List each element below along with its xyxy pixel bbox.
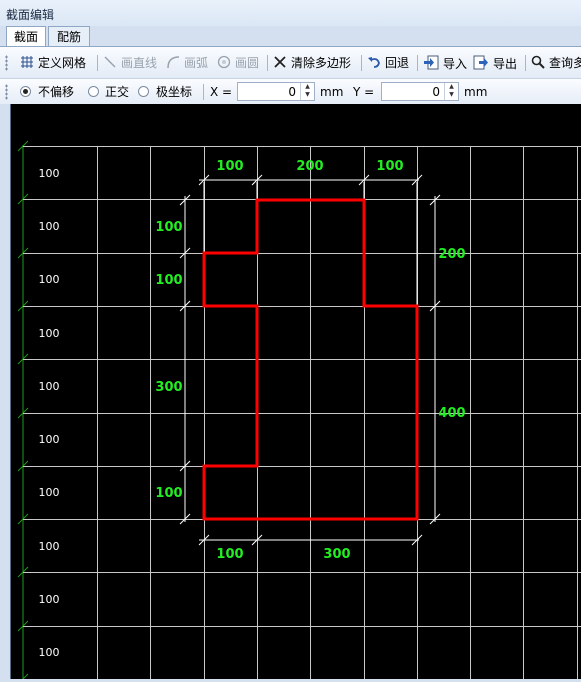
search-icon xyxy=(531,55,545,69)
canvas-background xyxy=(11,104,581,679)
dim-left-label: 300 xyxy=(155,380,182,395)
dim-left-label: 100 xyxy=(155,273,182,288)
toolbar-grip[interactable] xyxy=(5,55,8,71)
toolbar-separator xyxy=(361,55,362,71)
chevron-up-icon[interactable]: ▲ xyxy=(301,83,314,91)
arc-icon xyxy=(167,56,180,69)
chevron-up-icon[interactable]: ▲ xyxy=(445,83,458,91)
orthogonal-radio[interactable] xyxy=(88,86,99,97)
toolbar-grip[interactable] xyxy=(5,84,8,100)
row-label: 100 xyxy=(39,167,60,180)
y-label: Y = xyxy=(353,85,375,99)
x-input[interactable] xyxy=(238,83,300,100)
no-offset-radio[interactable] xyxy=(20,86,31,97)
row-label: 100 xyxy=(39,433,60,446)
dim-left-label: 100 xyxy=(155,486,182,501)
query-button[interactable]: 查询多 xyxy=(531,54,581,72)
y-stepper[interactable]: ▲▼ xyxy=(381,82,459,101)
define-grid-label: 定义网格 xyxy=(38,56,87,70)
undo-label: 回退 xyxy=(385,56,410,70)
y-unit: mm xyxy=(464,85,488,99)
export-label: 导出 xyxy=(493,57,518,71)
tab-reinforcement[interactable]: 配筋 xyxy=(48,26,90,46)
y-input[interactable] xyxy=(382,83,444,100)
row-label: 100 xyxy=(39,380,60,393)
orthogonal-label: 正交 xyxy=(105,85,130,99)
polar-label: 极坐标 xyxy=(156,85,193,99)
clear-polygon-label: 清除多边形 xyxy=(291,56,352,70)
toolbar-separator xyxy=(97,55,98,71)
dim-right-label: 400 xyxy=(438,406,465,421)
row-label: 100 xyxy=(39,273,60,286)
dim-top-label: 100 xyxy=(216,159,243,174)
section-drawing[interactable]: 100 100 100 100 100 100 100 100 100 100 xyxy=(11,104,581,682)
chevron-down-icon[interactable]: ▼ xyxy=(301,91,314,99)
import-label: 导入 xyxy=(443,57,468,71)
x-stepper-arrows[interactable]: ▲ ▼ xyxy=(300,83,314,100)
export-icon xyxy=(473,55,488,70)
export-button[interactable]: 导出 xyxy=(473,54,517,72)
tab-strip: 截面 配筋 xyxy=(0,26,581,47)
polar-radio[interactable] xyxy=(138,86,149,97)
dim-right-label: 200 xyxy=(438,247,465,262)
clear-polygon-button[interactable]: 清除多边形 xyxy=(273,54,351,72)
draw-circle-label: 画圆 xyxy=(235,56,260,70)
no-offset-label: 不偏移 xyxy=(38,85,75,99)
window-titlebar: 截面编辑 xyxy=(0,0,581,26)
toolbar-separator xyxy=(267,55,268,71)
x-label: X = xyxy=(210,85,233,99)
toolbar-separator xyxy=(417,55,418,71)
row-label: 100 xyxy=(39,593,60,606)
row-label: 100 xyxy=(39,220,60,233)
circle-icon xyxy=(217,55,231,69)
dim-top-label: 200 xyxy=(296,159,323,174)
toolbar-separator xyxy=(203,84,204,100)
draw-arc-button[interactable]: 画弧 xyxy=(166,54,208,72)
y-stepper-arrows[interactable]: ▲ ▼ xyxy=(444,83,458,100)
chevron-down-icon[interactable]: ▼ xyxy=(445,91,458,99)
dim-top-label: 100 xyxy=(376,159,403,174)
row-label: 100 xyxy=(39,646,60,659)
dim-bottom-label: 300 xyxy=(323,547,350,562)
import-button[interactable]: 导入 xyxy=(423,54,467,72)
import-icon xyxy=(424,55,439,70)
row-label: 100 xyxy=(39,486,60,499)
row-label: 100 xyxy=(39,540,60,553)
line-icon xyxy=(104,56,116,68)
draw-arc-label: 画弧 xyxy=(184,56,209,70)
window-title: 截面编辑 xyxy=(6,8,55,22)
main-toolbar: 定义网格 画直线 画弧 画圆 清除多边形 回退 导入 导出 查询多 xyxy=(0,46,581,78)
draw-circle-button[interactable]: 画圆 xyxy=(217,54,259,72)
row-label: 100 xyxy=(39,327,60,340)
grid-icon xyxy=(21,56,33,68)
draw-line-button[interactable]: 画直线 xyxy=(103,54,157,72)
x-unit: mm xyxy=(320,85,344,99)
define-grid-button[interactable]: 定义网格 xyxy=(20,54,86,72)
dim-left-label: 100 xyxy=(155,220,182,235)
query-label: 查询多 xyxy=(549,56,581,70)
tab-section[interactable]: 截面 xyxy=(6,26,46,47)
close-icon xyxy=(274,56,286,68)
x-stepper[interactable]: ▲▼ xyxy=(237,82,315,101)
draw-line-label: 画直线 xyxy=(121,56,158,70)
undo-button[interactable]: 回退 xyxy=(367,54,409,72)
offset-toolbar: 不偏移 正交 极坐标 X = ▲▼ mm Y = ▲▼ mm xyxy=(0,78,581,104)
drawing-canvas[interactable]: 100 100 100 100 100 100 100 100 100 100 xyxy=(10,104,581,682)
undo-icon xyxy=(368,57,380,68)
dim-bottom-label: 100 xyxy=(216,547,243,562)
toolbar-separator xyxy=(525,55,526,71)
